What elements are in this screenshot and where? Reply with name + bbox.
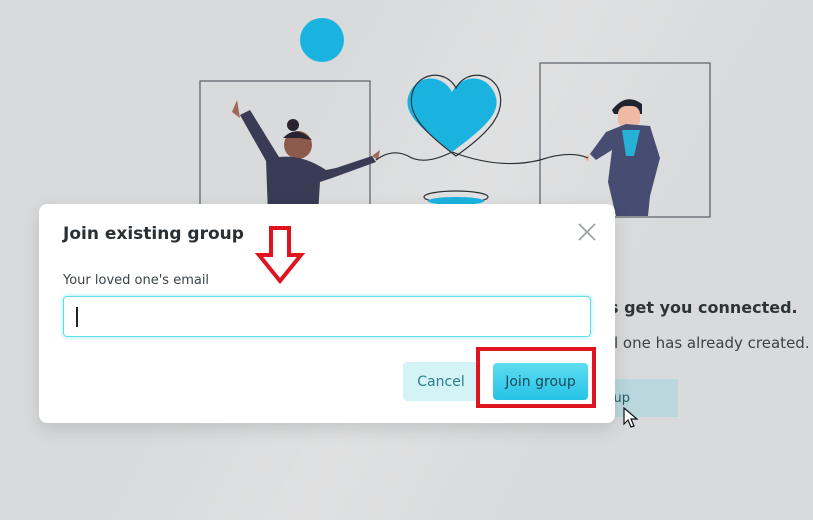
- background-join-button-label: up: [613, 390, 631, 406]
- background-heading: s get you connected.: [609, 298, 798, 317]
- decorative-circle: [300, 18, 344, 62]
- email-field[interactable]: [63, 296, 591, 337]
- down-arrow-icon: [255, 226, 305, 285]
- background-subtext: l one has already created.: [614, 334, 810, 352]
- close-icon: [578, 223, 596, 241]
- woman-figure: [232, 100, 380, 214]
- email-label: Your loved one's email: [63, 273, 210, 288]
- join-group-modal: Join existing group Your loved one's ema…: [39, 204, 615, 423]
- text-caret: [76, 307, 78, 327]
- man-figure: [584, 99, 660, 216]
- cancel-button[interactable]: Cancel: [403, 362, 479, 401]
- heart-shape: [407, 78, 497, 152]
- modal-title: Join existing group: [63, 224, 244, 244]
- mouse-cursor-icon: [623, 407, 639, 428]
- string-left: [375, 151, 453, 161]
- join-group-button[interactable]: Join group: [493, 363, 588, 400]
- string-right: [451, 151, 589, 165]
- close-button[interactable]: [575, 220, 599, 244]
